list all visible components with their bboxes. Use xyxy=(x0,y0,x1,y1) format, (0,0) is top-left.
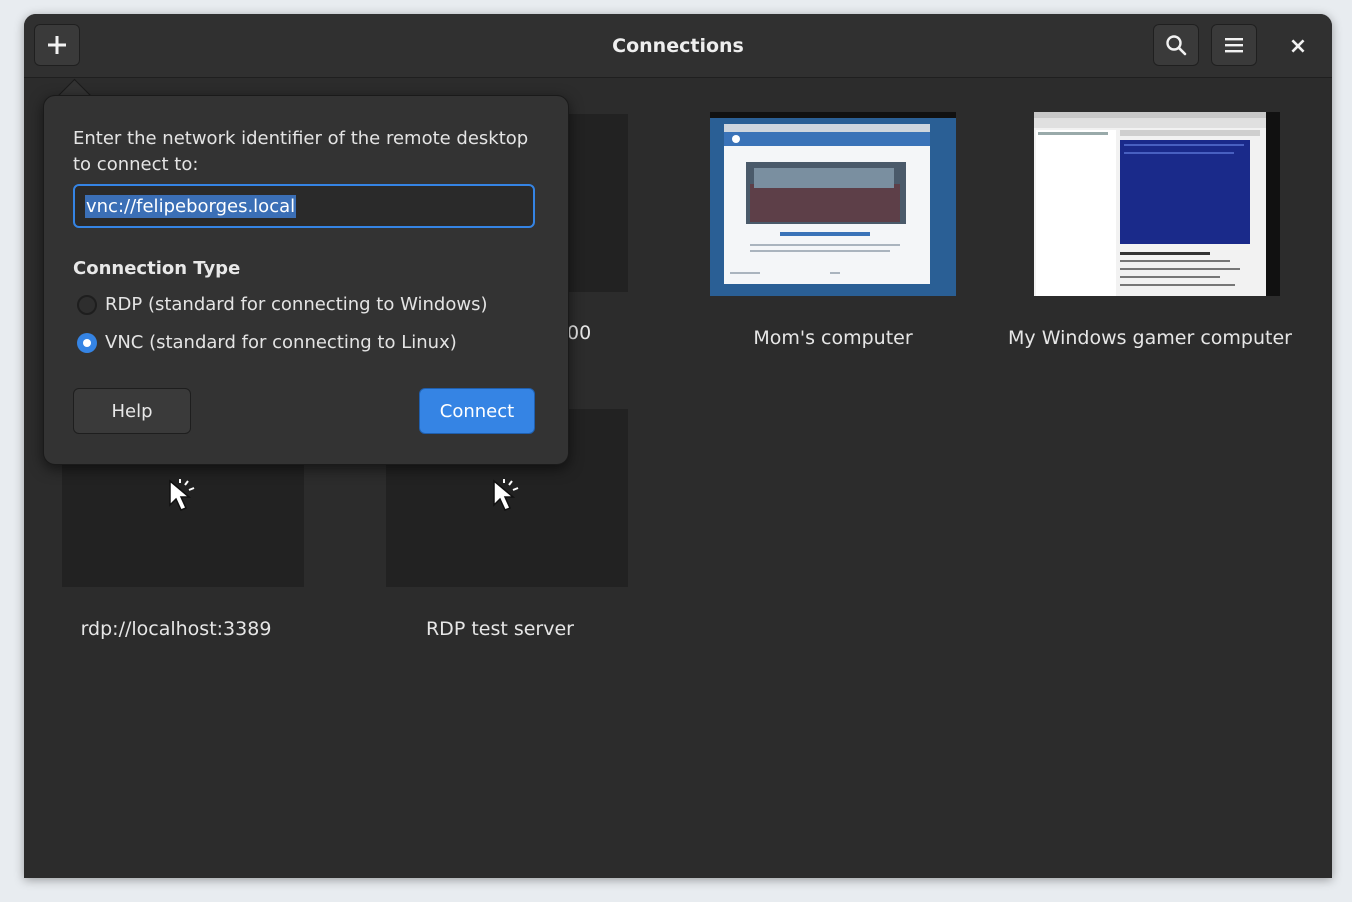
connect-button[interactable]: Connect xyxy=(419,388,535,434)
new-connection-popover: Enter the network identifier of the remo… xyxy=(43,95,569,465)
header-bar: Connections × xyxy=(24,14,1332,78)
radio-vnc-label: VNC (standard for connecting to Linux) xyxy=(105,332,457,353)
connection-thumbnail-windows-gamer[interactable] xyxy=(1034,112,1280,296)
connection-label: Mom's computer xyxy=(753,327,913,349)
url-input-value: vnc://felipeborges.local xyxy=(85,194,297,218)
plus-icon xyxy=(48,36,66,54)
url-input[interactable]: vnc://felipeborges.local xyxy=(73,184,535,228)
search-icon xyxy=(1166,35,1187,56)
close-icon: × xyxy=(1288,33,1308,59)
connection-label: RDP test server xyxy=(425,618,574,640)
connection-label: rdp://localhost:3389 xyxy=(80,618,272,640)
connection-label: My Windows gamer computer xyxy=(1008,327,1292,349)
connection-thumbnail-moms-computer[interactable] xyxy=(710,112,956,296)
window-title: Connections xyxy=(612,34,744,57)
radio-button-unchecked[interactable] xyxy=(77,294,97,315)
help-button[interactable]: Help xyxy=(73,388,191,434)
menu-icon xyxy=(1225,38,1243,53)
desktop-screenshot-image xyxy=(1034,112,1280,296)
radio-vnc[interactable]: VNC (standard for connecting to Linux) xyxy=(77,332,457,353)
search-button[interactable] xyxy=(1153,24,1199,66)
radio-rdp[interactable]: RDP (standard for connecting to Windows) xyxy=(77,294,487,315)
close-window-button[interactable]: × xyxy=(1280,28,1316,64)
connections-window: Connections × 00 Mom's computer My Windo… xyxy=(24,14,1332,878)
connection-label-partial: 00 xyxy=(567,322,592,344)
desktop-screenshot-image xyxy=(710,112,956,296)
cursor-icon xyxy=(169,479,195,511)
prompt-text: Enter the network identifier of the remo… xyxy=(73,128,529,175)
main-menu-button[interactable] xyxy=(1211,24,1257,66)
new-connection-button[interactable] xyxy=(34,24,80,66)
cursor-icon xyxy=(493,479,519,511)
connection-type-heading: Connection Type xyxy=(73,258,241,279)
radio-rdp-label: RDP (standard for connecting to Windows) xyxy=(105,294,488,315)
radio-button-checked[interactable] xyxy=(77,332,97,353)
